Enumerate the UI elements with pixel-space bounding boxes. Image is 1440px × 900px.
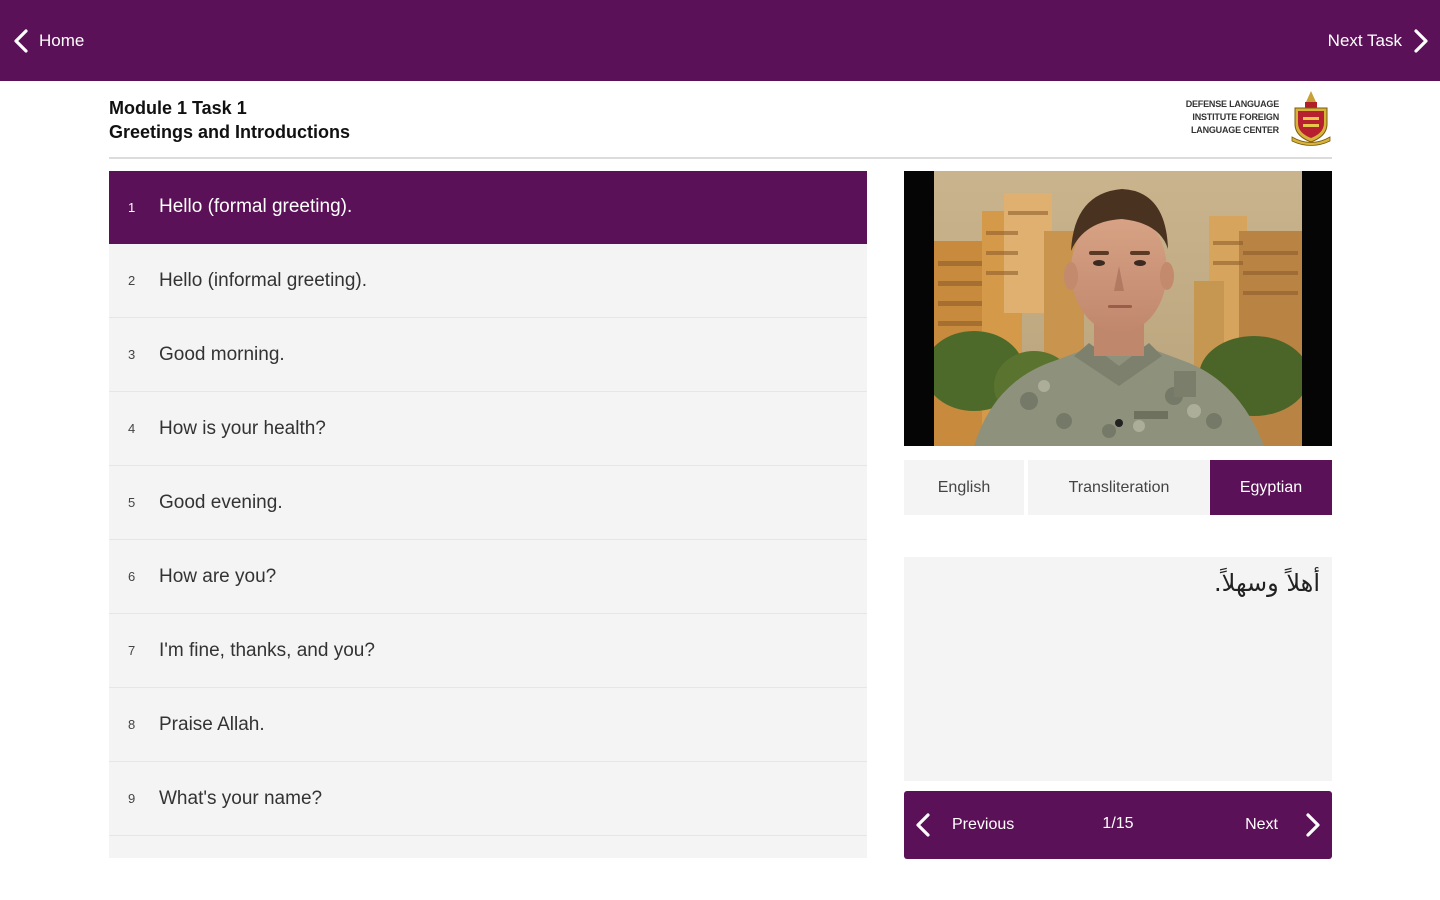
phrase-list: 1 Hello (formal greeting). 2 Hello (info… — [109, 171, 867, 858]
next-task-button[interactable]: Next Task — [1328, 26, 1432, 56]
list-item[interactable]: 4 How is your health? — [109, 392, 867, 466]
language-tabs: English Transliteration Egyptian — [904, 460, 1332, 515]
home-button[interactable]: Home — [10, 26, 84, 56]
chevron-right-icon — [1410, 26, 1432, 56]
list-item[interactable]: 7 I'm fine, thanks, and you? — [109, 614, 867, 688]
list-item[interactable]: 5 Good evening. — [109, 466, 867, 540]
header-divider — [109, 157, 1332, 159]
phrase-text: I'm fine, thanks, and you? — [159, 639, 375, 661]
list-item[interactable]: 1 Hello (formal greeting). — [109, 171, 867, 244]
phrase-number: 8 — [128, 717, 136, 732]
phrase-text: Hello (informal greeting). — [159, 269, 368, 291]
phrase-text: Hello (formal greeting). — [159, 196, 353, 217]
phrase-text: Good morning. — [159, 343, 285, 365]
next-button[interactable]: Next — [1245, 810, 1324, 840]
dli-logo: DEFENSE LANGUAGE INSTITUTE FOREIGN LANGU… — [1155, 90, 1335, 148]
module-heading: Module 1 Task 1 Greetings and Introducti… — [109, 96, 350, 144]
phrase-number: 6 — [128, 569, 136, 584]
list-item[interactable]: 9 What's your name? — [109, 762, 867, 836]
phrase-number: 7 — [128, 643, 136, 658]
phrase-text: Praise Allah. — [159, 713, 265, 735]
task-title: Greetings and Introductions — [109, 122, 351, 142]
phrase-number: 2 — [128, 273, 136, 288]
phrase-number: 5 — [128, 495, 136, 510]
arabic-text: أهلاً وسهلاً. — [1214, 569, 1320, 597]
module-label: Module 1 Task 1 — [109, 98, 247, 118]
phrase-text: What's your name? — [159, 787, 323, 809]
chevron-right-icon — [1302, 810, 1324, 840]
list-item[interactable]: 6 How are you? — [109, 540, 867, 614]
tab-transliteration[interactable]: Transliteration — [1028, 460, 1210, 515]
tab-egyptian[interactable]: Egyptian — [1210, 460, 1332, 515]
phrase-text: How are you? — [159, 565, 277, 587]
top-bar: Home Next Task — [0, 0, 1440, 81]
phrase-pager: Previous 1/15 Next — [904, 791, 1332, 859]
phrase-text: Good evening. — [159, 491, 283, 513]
home-label: Home — [39, 31, 85, 50]
phrase-text: How is your health? — [159, 417, 326, 439]
phrase-number: 9 — [128, 791, 136, 806]
phrase-number: 3 — [128, 347, 136, 362]
list-item[interactable]: 3 Good morning. — [109, 318, 867, 392]
avatar-video-frame — [934, 171, 1302, 446]
translation-panel: أهلاً وسهلاً. — [904, 557, 1332, 781]
phrase-number: 1 — [128, 199, 136, 215]
tab-english[interactable]: English — [904, 460, 1024, 515]
video-player[interactable] — [904, 171, 1332, 446]
phrase-number: 4 — [128, 421, 136, 436]
list-item[interactable]: 2 Hello (informal greeting). — [109, 244, 867, 318]
next-task-label: Next Task — [1327, 31, 1402, 50]
next-label: Next — [1245, 816, 1278, 833]
list-item[interactable]: 8 Praise Allah. — [109, 688, 867, 762]
chevron-left-icon — [10, 26, 32, 56]
seal-icon — [1291, 91, 1331, 146]
logo-text: DEFENSE LANGUAGE INSTITUTE FOREIGN LANGU… — [1185, 99, 1280, 135]
